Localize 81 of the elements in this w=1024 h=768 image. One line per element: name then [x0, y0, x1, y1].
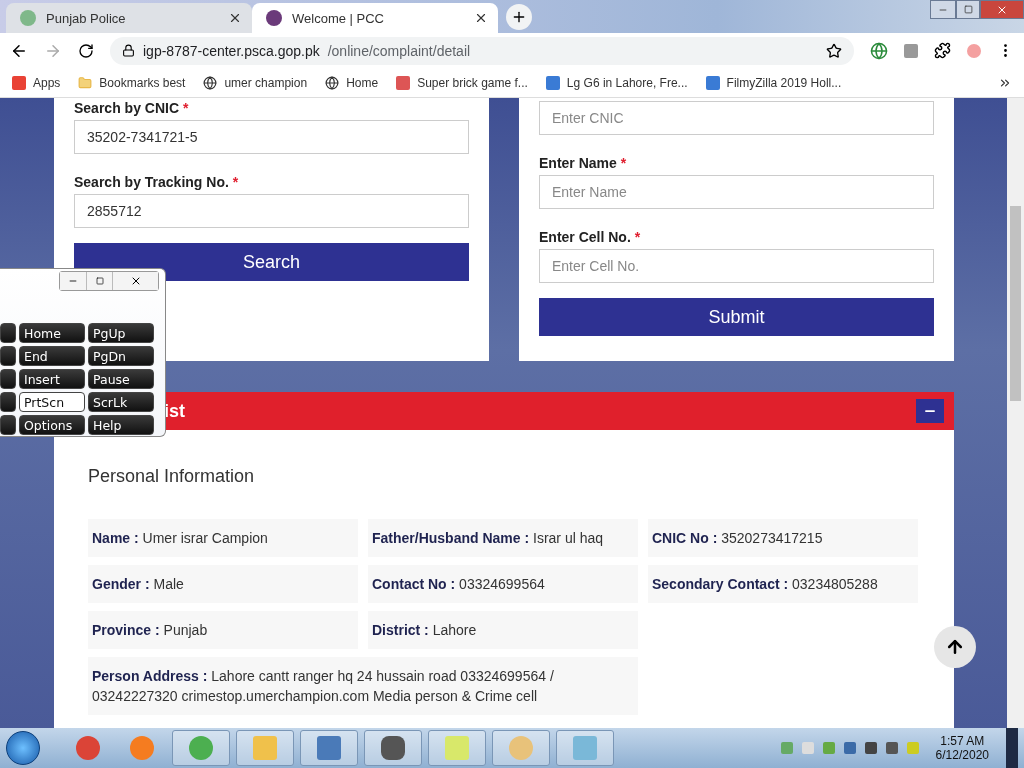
- info-field: Contact No : 03324699564: [368, 565, 638, 603]
- field-label: Enter Cell No. *: [539, 229, 642, 245]
- new-tab-button[interactable]: [506, 4, 532, 30]
- info-field: Province : Punjab: [88, 611, 358, 649]
- keyboard-key[interactable]: [0, 415, 16, 435]
- minimize-button[interactable]: [930, 0, 956, 19]
- start-button[interactable]: [6, 731, 40, 765]
- info-field: Father/Husband Name : Israr ul haq: [368, 519, 638, 557]
- info-field: District : Lahore: [368, 611, 638, 649]
- tray-icon[interactable]: [864, 742, 877, 754]
- field-label: Search by CNIC *: [74, 100, 190, 116]
- bookmark-icon: [545, 75, 560, 90]
- info-field: Secondary Contact : 03234805288: [648, 565, 918, 603]
- bookmark-icon: [396, 75, 411, 90]
- bookmark-link[interactable]: Home: [325, 75, 379, 90]
- keyboard-key[interactable]: PgUp: [88, 323, 154, 343]
- field-label: Enter Name *: [539, 155, 628, 171]
- clock[interactable]: 1:57 AM 6/12/2020: [927, 734, 997, 762]
- search-button[interactable]: Search: [74, 243, 469, 281]
- info-field: Name : Umer israr Campion: [88, 519, 358, 557]
- bookmark-link[interactable]: Bookmarks best: [78, 75, 186, 90]
- favicon-icon: [266, 10, 282, 26]
- keyboard-key[interactable]: Insert: [19, 369, 85, 389]
- collapse-button[interactable]: [916, 399, 944, 423]
- info-field: Person Address : Lahore cantt ranger hq 24 hussain road 03324699564 / 03242227320 crimestop.umerchampion.com Media person & Crime cell: [88, 657, 638, 715]
- taskbar-app-button[interactable]: [364, 730, 422, 766]
- keyboard-key[interactable]: Home: [19, 323, 85, 343]
- field-label: Search by Tracking No. *: [74, 174, 240, 190]
- close-button[interactable]: [112, 272, 158, 290]
- keyboard-key[interactable]: Help: [88, 415, 154, 435]
- close-icon[interactable]: [228, 11, 242, 25]
- reload-icon[interactable]: [78, 42, 94, 59]
- close-icon[interactable]: [474, 11, 488, 25]
- text-field[interactable]: Enter Cell No.: [539, 249, 934, 283]
- maximize-button[interactable]: [86, 272, 112, 290]
- keyboard-key[interactable]: Pause: [88, 369, 154, 389]
- maximize-icon: [963, 5, 973, 14]
- submit-button[interactable]: Submit: [539, 298, 934, 336]
- browser-tab[interactable]: Welcome | PCC: [252, 3, 498, 33]
- taskbar-app-button[interactable]: [300, 730, 358, 766]
- extension-icon[interactable]: [904, 43, 918, 58]
- star-icon[interactable]: [826, 42, 842, 59]
- keyboard-key[interactable]: Options: [19, 415, 85, 435]
- text-field[interactable]: Enter Name: [539, 175, 934, 209]
- keyboard-key[interactable]: End: [19, 346, 85, 366]
- favicon-icon: [20, 10, 36, 26]
- info-field: CNIC No : 3520273417215: [648, 519, 918, 557]
- keyboard-key[interactable]: [0, 323, 16, 343]
- bookmark-link[interactable]: FilmyZilla 2019 Holl...: [705, 75, 842, 90]
- plus-icon: [511, 9, 527, 25]
- keyboard-key[interactable]: [0, 392, 16, 412]
- keyboard-key[interactable]: [0, 346, 16, 366]
- section-heading: Personal Information: [88, 466, 256, 487]
- text-field[interactable]: 2855712: [74, 194, 469, 228]
- bookmark-link[interactable]: Super brick game f...: [396, 75, 528, 90]
- keyboard-key[interactable]: [0, 369, 16, 389]
- bookmark-icon: [705, 75, 720, 90]
- extensions-icon[interactable]: [934, 42, 951, 59]
- keyboard-key[interactable]: ScrLk: [88, 392, 154, 412]
- globe-icon: [203, 75, 218, 90]
- browser-tab[interactable]: Punjab Police: [6, 3, 252, 33]
- globe-icon: [325, 75, 340, 90]
- text-field[interactable]: Enter CNIC: [539, 101, 934, 135]
- keyboard-key[interactable]: PrtScn: [19, 392, 85, 412]
- address-bar[interactable]: igp-8787-center.psca.gop.pk /online/complaint/detail: [110, 36, 854, 65]
- bookmark-link[interactable]: Lg G6 in Lahore, Fre...: [545, 75, 688, 90]
- profile-avatar-icon[interactable]: [967, 43, 981, 58]
- text-field[interactable]: 35202-7341721-5: [74, 120, 469, 154]
- keyboard-key[interactable]: PgDn: [88, 346, 154, 366]
- globe-icon[interactable]: [870, 41, 888, 60]
- minimize-button[interactable]: [60, 272, 86, 290]
- scrollbar[interactable]: [1007, 98, 1024, 728]
- tray-icon[interactable]: [885, 742, 898, 754]
- bookmark-icon: [12, 75, 26, 90]
- lock-icon: [122, 44, 135, 57]
- info-field: Gender : Male: [88, 565, 358, 603]
- bookmark-link[interactable]: Apps: [12, 75, 61, 90]
- maximize-button[interactable]: [956, 0, 980, 19]
- tray-icon[interactable]: [843, 742, 856, 754]
- bookmark-link[interactable]: umer champion: [203, 75, 308, 90]
- maximize-icon: [95, 277, 104, 285]
